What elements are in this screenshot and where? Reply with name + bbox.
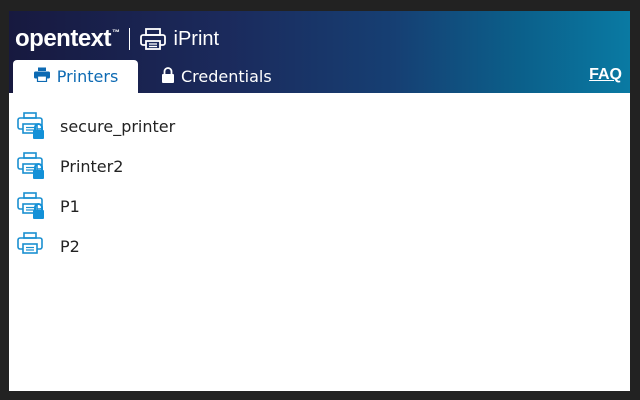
app-name: iPrint (173, 28, 220, 50)
printer-icon (15, 231, 49, 261)
printer-name: Printer2 (60, 157, 124, 176)
printer-list: secure_printer Printer2 P1 P2 (9, 111, 630, 271)
printer-icon (138, 27, 168, 51)
printer-name: P1 (60, 197, 80, 216)
tab-printers[interactable]: Printers (13, 60, 138, 93)
printer-row[interactable]: P2 (9, 231, 630, 271)
tab-printers-label: Printers (56, 67, 119, 86)
iprint-window: opentext™ iPrint Printers Credentials FA… (9, 11, 630, 391)
faq-link[interactable]: FAQ (589, 66, 622, 84)
lock-icon (161, 66, 175, 87)
tab-credentials[interactable]: Credentials (161, 60, 272, 93)
opentext-logo: opentext™ (15, 25, 120, 52)
printer-row[interactable]: Printer2 (9, 151, 630, 191)
secure-printer-icon (15, 151, 49, 181)
printer-icon (33, 67, 51, 86)
trademark: ™ (112, 28, 120, 37)
printer-name: secure_printer (60, 117, 176, 136)
printer-name: P2 (60, 237, 80, 256)
tab-credentials-label: Credentials (181, 67, 272, 86)
printer-row[interactable]: secure_printer (9, 111, 630, 151)
header-bar: opentext™ iPrint Printers Credentials FA… (9, 11, 630, 93)
secure-printer-icon (15, 191, 49, 221)
brand-separator (128, 28, 130, 50)
secure-printer-icon (15, 111, 49, 141)
brand: opentext™ iPrint (15, 23, 219, 55)
printer-row[interactable]: P1 (9, 191, 630, 231)
